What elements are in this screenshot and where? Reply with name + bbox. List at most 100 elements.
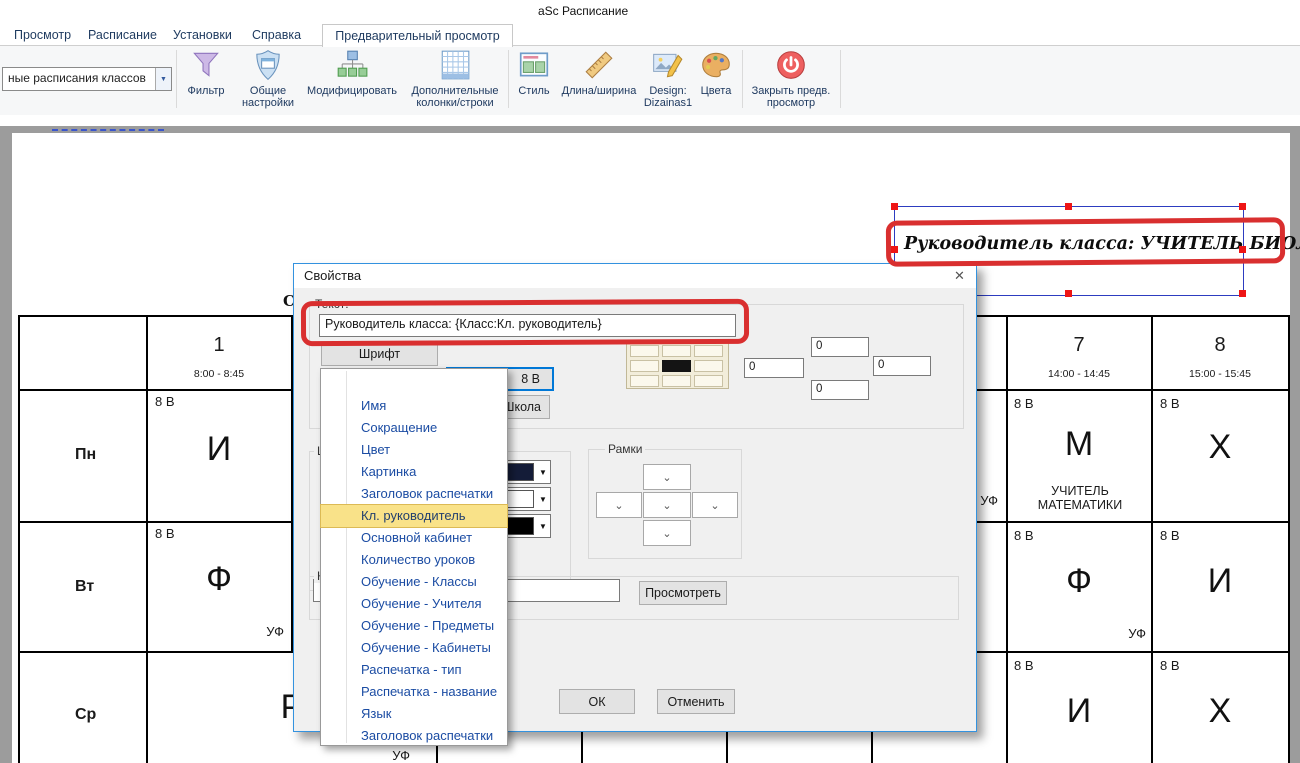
scope-combo[interactable]: ные расписания классов ▼: [2, 67, 172, 91]
cell-teacher: УФ: [210, 624, 284, 639]
day-label-wed: Ср: [75, 706, 96, 724]
align-middle-right[interactable]: [694, 360, 723, 372]
frame-bottom-combo[interactable]: ⌄: [643, 520, 691, 546]
tab-preview-active[interactable]: Предварительный просмотр: [322, 24, 513, 47]
align-top-center[interactable]: [662, 345, 691, 357]
cell-subject: М: [1007, 425, 1151, 464]
browse-button[interactable]: Просмотреть: [639, 581, 727, 605]
menu-item-name[interactable]: Имя: [321, 395, 507, 417]
close-icon[interactable]: ✕: [954, 268, 965, 284]
dashed-placeholder[interactable]: [52, 129, 164, 131]
menu-item-color[interactable]: Цвет: [321, 439, 507, 461]
menu-item-teaching-teachers[interactable]: Обучение - Учителя: [321, 593, 507, 615]
tab-raspisanie[interactable]: Расписание: [84, 24, 161, 46]
align-top-right[interactable]: [694, 345, 723, 357]
chevron-down-icon[interactable]: ▼: [536, 515, 550, 537]
design-button-label: Design: Dizainas1: [637, 85, 699, 109]
menu-item-printout-type[interactable]: Распечатка - тип: [321, 659, 507, 681]
tab-ustanovki[interactable]: Установки: [169, 24, 236, 46]
cell-subject: Х: [1152, 428, 1288, 467]
toolbar-separator: [508, 50, 509, 108]
colors-button[interactable]: Цвета: [693, 48, 739, 97]
design-picture-icon: [651, 48, 685, 82]
cell-class: 8 В: [1014, 528, 1034, 543]
red-highlight-marker-input: [301, 299, 749, 346]
menu-item-printout-header-2[interactable]: Заголовок распечатки: [321, 725, 507, 747]
cell-subject: Ф: [1007, 562, 1151, 601]
filter-button-label: Фильтр: [178, 85, 234, 97]
cell-teacher: УФ: [1080, 626, 1146, 641]
day-label-mon: Пн: [75, 446, 96, 464]
ok-button[interactable]: ОК: [559, 689, 635, 714]
menu-item-class-teacher-selected[interactable]: Кл. руководитель: [321, 505, 507, 527]
period-8-number: 8: [1152, 334, 1288, 357]
resize-handle[interactable]: [1239, 290, 1246, 297]
length-width-label: Длина/ширина: [555, 85, 643, 97]
close-preview-button[interactable]: Закрыть предв. просмотр: [745, 48, 837, 109]
toolbar-separator: [840, 50, 841, 108]
modify-button[interactable]: Модифицировать: [301, 48, 403, 97]
menu-item-printout-header[interactable]: Заголовок распечатки: [321, 483, 507, 505]
app-title: aSc Расписание: [538, 4, 628, 18]
align-middle-center-selected[interactable]: [662, 360, 691, 372]
cell-class: 8 В: [1160, 658, 1180, 673]
chevron-down-icon[interactable]: ▼: [536, 461, 550, 483]
design-button[interactable]: Design: Dizainas1: [637, 48, 699, 109]
align-middle-left[interactable]: [630, 360, 659, 372]
table-line: [1288, 315, 1290, 763]
day-label-tue: Вт: [75, 578, 94, 596]
align-bottom-center[interactable]: [662, 375, 691, 387]
cell-subject: И: [1152, 562, 1288, 601]
align-bottom-left[interactable]: [630, 375, 659, 387]
cell-teacher: УФ: [330, 748, 410, 763]
menu-item-abbreviation[interactable]: Сокращение: [321, 417, 507, 439]
frame-center-combo[interactable]: ⌄: [643, 492, 691, 518]
menu-item-printout-name[interactable]: Распечатка - название: [321, 681, 507, 703]
tab-spravka[interactable]: Справка: [248, 24, 305, 46]
toolbar-separator: [742, 50, 743, 108]
chevron-down-icon[interactable]: ▼: [536, 488, 550, 510]
cancel-button[interactable]: Отменить: [657, 689, 735, 714]
org-chart-icon: [335, 48, 369, 82]
menu-item-language[interactable]: Язык: [321, 703, 507, 725]
resize-handle[interactable]: [891, 203, 898, 210]
align-bottom-right[interactable]: [694, 375, 723, 387]
menu-item-teaching-classes[interactable]: Обучение - Классы: [321, 571, 507, 593]
resize-handle[interactable]: [1065, 290, 1072, 297]
margin-top-field[interactable]: 0: [811, 337, 869, 357]
tab-prosmotr[interactable]: Просмотр: [10, 24, 75, 46]
period-8-time: 15:00 - 15:45: [1152, 368, 1288, 380]
general-settings-button[interactable]: Общие настройки: [237, 48, 299, 109]
menu-item-picture[interactable]: Картинка: [321, 461, 507, 483]
menu-item-home-classroom[interactable]: Основной кабинет: [321, 527, 507, 549]
title-bar: aSc Расписание: [0, 0, 1300, 24]
chevron-down-icon[interactable]: ▼: [155, 68, 171, 90]
margin-bottom-field[interactable]: 0: [811, 380, 869, 400]
style-button-label: Стиль: [512, 85, 556, 97]
ruler-icon: [582, 48, 616, 82]
margin-left-field[interactable]: 0: [744, 358, 804, 378]
menu-item-teaching-classrooms[interactable]: Обучение - Кабинеты: [321, 637, 507, 659]
align-top-left[interactable]: [630, 345, 659, 357]
margin-right-field[interactable]: 0: [873, 356, 931, 376]
filter-button[interactable]: Фильтр: [178, 48, 234, 97]
field-dropdown-menu: Имя Сокращение Цвет Картинка Заголовок р…: [320, 368, 508, 746]
menu-item-lesson-count[interactable]: Количество уроков: [321, 549, 507, 571]
dialog-title-bar[interactable]: Свойства ✕: [294, 264, 976, 288]
length-width-button[interactable]: Длина/ширина: [555, 48, 643, 97]
extra-columns-rows-button[interactable]: Дополнительные колонки/строки: [402, 48, 508, 109]
resize-handle[interactable]: [1239, 203, 1246, 210]
alignment-grid: [626, 341, 729, 389]
frame-right-combo[interactable]: ⌄: [692, 492, 738, 518]
cell-class: 8 В: [1160, 528, 1180, 543]
ribbon-bottom-strip: [0, 115, 1300, 126]
style-button[interactable]: Стиль: [512, 48, 556, 97]
palette-icon: [699, 48, 733, 82]
resize-handle[interactable]: [1065, 203, 1072, 210]
extra-columns-rows-label: Дополнительные колонки/строки: [402, 85, 508, 109]
style-window-icon: [517, 48, 551, 82]
menu-item-teaching-subjects[interactable]: Обучение - Предметы: [321, 615, 507, 637]
frame-top-combo[interactable]: ⌄: [643, 464, 691, 490]
cell-subject: И: [147, 430, 291, 469]
frame-left-combo[interactable]: ⌄: [596, 492, 642, 518]
